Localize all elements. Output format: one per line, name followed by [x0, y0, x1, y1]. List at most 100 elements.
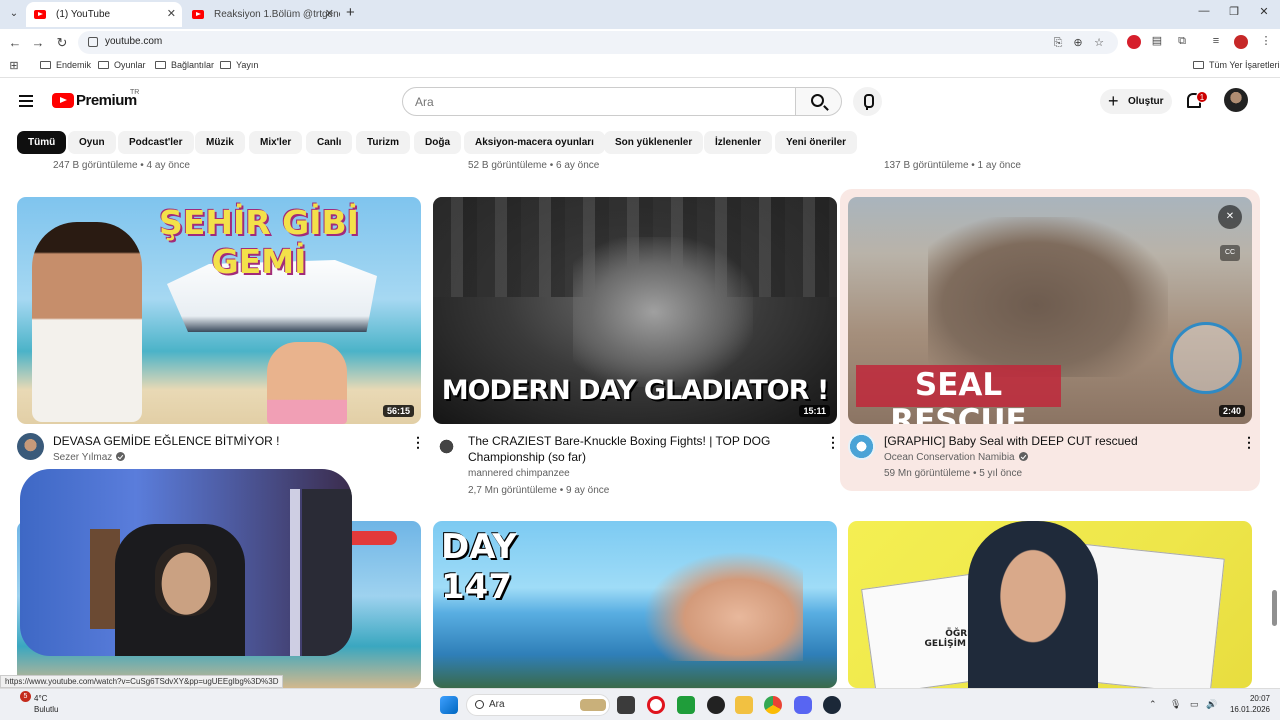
- channel-name[interactable]: Sezer Yılmaz: [53, 452, 126, 463]
- app-icon[interactable]: [707, 696, 725, 714]
- chip-canli[interactable]: Canlı: [306, 131, 353, 154]
- search-input[interactable]: [415, 93, 785, 111]
- chip-podcasts[interactable]: Podcast'ler: [118, 131, 194, 154]
- people-image: [267, 342, 347, 424]
- chip-son-yuklenenler[interactable]: Son yüklenenler: [604, 131, 704, 154]
- chip-mixler[interactable]: Mix'ler: [249, 131, 303, 154]
- video-thumbnail[interactable]: ÖĞRENCİ GELİŞİM RAPORU: [848, 521, 1252, 688]
- channel-avatar[interactable]: [848, 433, 875, 460]
- voice-search-mic-icon[interactable]: [853, 87, 882, 116]
- thumbnail-text: MODERN DAY GLADIATOR !: [441, 375, 830, 406]
- captions-icon[interactable]: CC: [1220, 245, 1240, 261]
- all-bookmarks[interactable]: Tüm Yer İşaretleri: [1193, 60, 1280, 70]
- network-icon[interactable]: ▭: [1190, 699, 1199, 710]
- video-title[interactable]: [GRAPHIC] Baby Seal with DEEP CUT rescue…: [884, 433, 1224, 449]
- file-explorer-icon[interactable]: [735, 696, 753, 714]
- close-window-icon[interactable]: ✕: [1254, 5, 1274, 18]
- channel-name[interactable]: Ocean Conservation Namibia: [884, 452, 1028, 463]
- person-image: [968, 521, 1098, 688]
- tab-youtube[interactable]: (1) YouTube ✕: [26, 2, 182, 27]
- tab-close-icon[interactable]: ✕: [167, 2, 176, 27]
- create-button[interactable]: + Oluştur: [1100, 89, 1172, 114]
- url-text[interactable]: youtube.com: [105, 36, 162, 47]
- chip-muzik[interactable]: Müzik: [195, 131, 245, 154]
- bookmark-star-icon[interactable]: ☆: [1091, 35, 1107, 51]
- mute-icon[interactable]: ✕: [1218, 205, 1242, 229]
- video-duration: 56:15: [382, 405, 414, 417]
- back-icon[interactable]: ←: [5, 33, 25, 53]
- chrome-icon[interactable]: [764, 696, 782, 714]
- chip-turizm[interactable]: Turizm: [356, 131, 411, 154]
- video-thumbnail[interactable]: DAY 147: [433, 521, 837, 688]
- zoom-icon[interactable]: ⊕: [1070, 35, 1086, 51]
- task-view-icon[interactable]: [617, 696, 635, 714]
- search-icon: [811, 94, 824, 107]
- tab-reaksiyon[interactable]: Reaksiyon 1.Bölüm @trtgencre ✕: [184, 2, 340, 27]
- thumbnail-text: DAY 147: [441, 527, 517, 607]
- opera-icon[interactable]: [647, 696, 665, 714]
- video-thumbnail[interactable]: SEAL RESCUE ✕ CC 2:40: [848, 197, 1252, 424]
- minimize-icon[interactable]: —: [1194, 5, 1214, 17]
- new-tab-button[interactable]: +: [346, 4, 355, 21]
- chip-aksiyon[interactable]: Aksiyon-macera oyunları: [464, 131, 605, 154]
- chip-izlenenler[interactable]: İzlenenler: [704, 131, 773, 154]
- reading-list-icon[interactable]: ▤: [1149, 33, 1165, 49]
- xbox-icon[interactable]: [677, 696, 695, 714]
- more-options-icon[interactable]: [826, 434, 834, 450]
- chip-yeni-oneriler[interactable]: Yeni öneriler: [775, 131, 858, 154]
- chip-doga[interactable]: Doğa: [414, 131, 461, 154]
- start-menu-icon[interactable]: [440, 696, 458, 714]
- youtube-logo-icon[interactable]: [52, 93, 74, 108]
- more-options-icon[interactable]: [1242, 434, 1250, 450]
- media-control-icon[interactable]: ≡: [1208, 33, 1224, 49]
- hamburger-menu-icon[interactable]: [19, 95, 33, 107]
- volume-icon[interactable]: 🔊: [1206, 699, 1217, 710]
- channel-avatar[interactable]: [433, 433, 460, 460]
- mic-tray-icon[interactable]: 🎙: [1170, 699, 1181, 710]
- page-scrollbar[interactable]: [1272, 590, 1277, 626]
- search-button[interactable]: [795, 87, 842, 116]
- bookmark-oyunlar[interactable]: Oyunlar: [98, 60, 146, 70]
- restore-icon[interactable]: ❐: [1224, 5, 1244, 18]
- avatar[interactable]: [1224, 88, 1248, 112]
- windows-taskbar: 4°C Bulutlu Ara ⌃ 🎙 ▭ 🔊 20:07 16.01.2026: [0, 688, 1280, 720]
- video-thumbnail[interactable]: ŞEHİR GİBİ GEMİ 56:15: [17, 197, 421, 424]
- chip-oyun[interactable]: Oyun: [68, 131, 116, 154]
- tab-search-button[interactable]: ⌄: [4, 5, 24, 23]
- video-title[interactable]: DEVASA GEMİDE EĞLENCE BİTMİYOR !: [53, 433, 393, 449]
- steam-icon[interactable]: [823, 696, 841, 714]
- video-thumbnail[interactable]: MODERN DAY GLADIATOR ! 15:11: [433, 197, 837, 424]
- forward-icon[interactable]: →: [28, 33, 48, 53]
- install-app-icon[interactable]: ⎘: [1050, 35, 1066, 51]
- bookmarks-bar: ⊞ Endemik Oyunlar Bağlantılar Yayın Tüm …: [0, 56, 1280, 78]
- profile-icon[interactable]: [1234, 35, 1248, 49]
- logo-text[interactable]: Premium: [76, 92, 137, 109]
- bookmark-baglantilar[interactable]: Bağlantılar: [155, 60, 214, 70]
- site-info-icon[interactable]: [88, 37, 98, 47]
- discord-icon[interactable]: [794, 696, 812, 714]
- browser-menu-icon[interactable]: ⋮: [1258, 33, 1274, 49]
- youtube-favicon-icon: [192, 10, 204, 19]
- hand-gecko-image: [643, 551, 803, 661]
- folder-icon: [40, 61, 51, 69]
- extensions-icon[interactable]: ⧉: [1174, 33, 1190, 49]
- tray-chevron-icon[interactable]: ⌃: [1149, 699, 1157, 710]
- channel-avatar[interactable]: [17, 433, 44, 460]
- bookmark-yayin[interactable]: Yayın: [220, 60, 258, 70]
- link-status-url: https://www.youtube.com/watch?v=CuSg6TSd…: [0, 675, 284, 688]
- channel-name[interactable]: mannered chimpanzee: [468, 468, 570, 479]
- tab-close-icon[interactable]: ✕: [325, 2, 334, 27]
- apps-grid-icon[interactable]: ⊞: [6, 58, 22, 74]
- search-box[interactable]: [402, 87, 796, 116]
- chip-tumu[interactable]: Tümü: [17, 131, 67, 154]
- youtube-header: Premium TR +Oluştur: [0, 80, 1270, 122]
- bookmark-endemik[interactable]: Endemik: [40, 60, 91, 70]
- more-options-icon[interactable]: [411, 434, 419, 450]
- video-title[interactable]: The CRAZIEST Bare-Knuckle Boxing Fights!…: [468, 433, 808, 465]
- omnibox[interactable]: youtube.com ⎘ ⊕ ☆: [78, 31, 1118, 54]
- opera-extension-icon[interactable]: [1127, 35, 1141, 49]
- reload-icon[interactable]: ↻: [52, 33, 72, 53]
- webcam-overlay: [20, 469, 352, 656]
- light-bar-image: [290, 489, 300, 656]
- clock[interactable]: 20:07 16.01.2026: [1226, 693, 1270, 715]
